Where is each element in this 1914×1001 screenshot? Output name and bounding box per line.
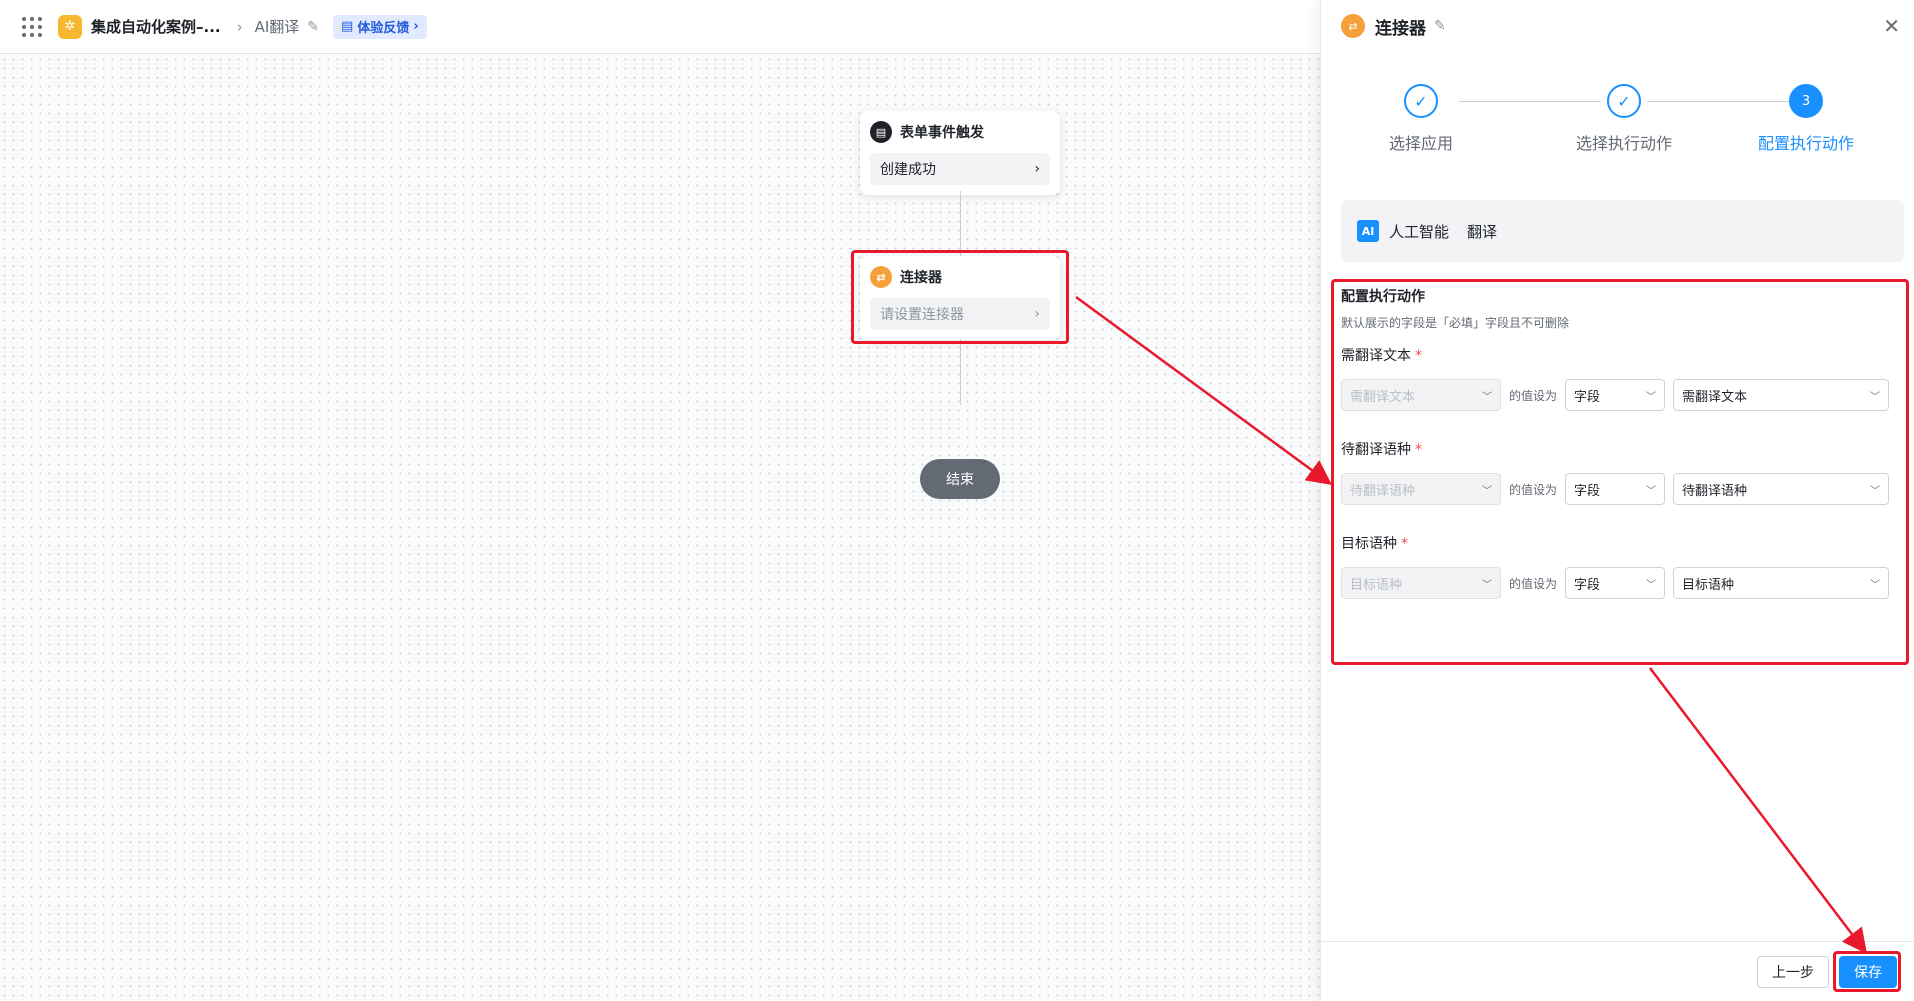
selected-app-card: AI 人工智能 翻译 [1341, 200, 1904, 262]
chevron-right-icon: › [413, 19, 419, 34]
type-select[interactable]: 字段 ﹀ [1565, 379, 1666, 411]
value-select-text: 需翻译文本 [1682, 389, 1748, 405]
ai-badge-icon: AI [1357, 220, 1379, 242]
field-block: 待翻译语种 * 待翻译语种 ﹀ 的值设为 字段 ﹀ 待翻译语种 ﹀ [1341, 439, 1901, 505]
chevron-down-icon: ﹀ [1646, 391, 1657, 403]
config-desc: 默认展示的字段是「必填」字段且不可删除 [1341, 316, 1570, 330]
edit-icon[interactable]: ✎ [1434, 18, 1446, 34]
chevron-down-icon: ﹀ [1482, 579, 1492, 591]
feedback-label: 体验反馈 [357, 21, 410, 36]
feedback-icon: ▤ [341, 19, 354, 34]
field-select-text: 待翻译语种 [1350, 483, 1416, 499]
panel-footer: 上一步 保存 [1321, 941, 1914, 1001]
flow-name: AI翻译 [254, 18, 300, 36]
check-icon: ✓ [1607, 84, 1641, 118]
check-icon: ✓ [1404, 84, 1438, 118]
step-config-action: 3 配置执行动作 [1726, 84, 1886, 154]
trigger-node[interactable]: ▤ 表单事件触发 创建成功 › [860, 111, 1060, 195]
value-label: 的值设为 [1509, 482, 1558, 497]
chevron-down-icon: ﹀ [1482, 485, 1492, 497]
field-select: 待翻译语种 ﹀ [1341, 473, 1501, 505]
chevron-down-icon: ﹀ [1870, 579, 1881, 591]
connector-node-title: 连接器 [900, 270, 942, 286]
connector-line [960, 191, 961, 261]
type-select[interactable]: 字段 ﹀ [1565, 567, 1666, 599]
flow-canvas[interactable]: ▤ 表单事件触发 创建成功 › ⇄ 连接器 请设置连接器 › 结束 [0, 55, 1320, 1001]
step-label: 配置执行动作 [1757, 134, 1854, 153]
chevron-down-icon: ﹀ [1870, 391, 1881, 403]
step-select-action: ✓ 选择执行动作 [1544, 84, 1704, 154]
panel-title: 连接器 [1375, 18, 1426, 39]
type-select[interactable]: 字段 ﹀ [1565, 473, 1666, 505]
value-select[interactable]: 待翻译语种 ﹀ [1673, 473, 1890, 505]
field-block: 目标语种 * 目标语种 ﹀ 的值设为 字段 ﹀ 目标语种 ﹀ [1341, 533, 1901, 599]
app-name: 人工智能 [1389, 222, 1450, 241]
trigger-node-title: 表单事件触发 [900, 125, 984, 141]
prev-step-button[interactable]: 上一步 [1757, 955, 1829, 988]
required-mark: * [1401, 536, 1408, 552]
field-block: 需翻译文本 * 需翻译文本 ﹀ 的值设为 字段 ﹀ 需翻译文本 ﹀ [1341, 345, 1901, 411]
config-section: 配置执行动作 默认展示的字段是「必填」字段且不可删除 需翻译文本 * 需翻译文本 ﹀… [1341, 286, 1901, 599]
value-select-text: 目标语种 [1682, 577, 1735, 593]
feedback-button[interactable]: ▤ 体验反馈 › [333, 14, 427, 39]
field-select-text: 目标语种 [1350, 577, 1403, 593]
end-node[interactable]: 结束 [920, 459, 1000, 499]
close-icon[interactable]: ✕ [1883, 14, 1900, 38]
field-select: 目标语种 ﹀ [1341, 567, 1501, 599]
type-select-text: 字段 [1574, 577, 1601, 593]
chevron-right-icon: › [236, 17, 243, 36]
required-mark: * [1415, 348, 1422, 364]
connector-line [960, 339, 961, 405]
chevron-down-icon: ﹀ [1870, 485, 1881, 497]
connector-node[interactable]: ⇄ 连接器 请设置连接器 › [860, 256, 1060, 340]
field-select-text: 需翻译文本 [1350, 389, 1416, 405]
app-grid-icon[interactable] [22, 16, 42, 37]
connector-node-setting[interactable]: 请设置连接器 › [870, 298, 1050, 330]
field-select: 需翻译文本 ﹀ [1341, 379, 1501, 411]
required-mark: * [1415, 442, 1422, 458]
app-action: 翻译 [1467, 222, 1498, 241]
connector-placeholder-text: 请设置连接器 [880, 307, 964, 323]
chevron-down-icon: ﹀ [1646, 579, 1657, 591]
step-indicator: ✓ 选择应用 ✓ 选择执行动作 3 配置执行动作 [1321, 84, 1914, 164]
connector-panel: ⇄ 连接器 ✎ ✕ ✓ 选择应用 ✓ 选择执行动作 3 配置执行动作 AI 人工… [1320, 0, 1914, 1001]
value-label: 的值设为 [1509, 576, 1558, 591]
step-select-app: ✓ 选择应用 [1341, 84, 1501, 154]
app-logo-icon: ✲ [58, 14, 82, 39]
connector-icon: ⇄ [1341, 14, 1365, 38]
trigger-node-value[interactable]: 创建成功 › [870, 153, 1050, 185]
chevron-right-icon: › [1034, 306, 1040, 322]
value-select[interactable]: 需翻译文本 ﹀ [1673, 379, 1890, 411]
field-label: 目标语种 [1341, 536, 1397, 552]
step-label: 选择执行动作 [1575, 134, 1672, 153]
value-label: 的值设为 [1509, 388, 1558, 403]
app-title[interactable]: 集成自动化案例–... [91, 16, 221, 37]
step-label: 选择应用 [1388, 134, 1453, 153]
chevron-down-icon: ﹀ [1646, 485, 1657, 497]
value-select[interactable]: 目标语种 ﹀ [1673, 567, 1890, 599]
edit-icon[interactable]: ✎ [307, 19, 319, 35]
top-bar: ✲ 集成自动化案例–... › AI翻译 ✎ ▤ 体验反馈 › [0, 0, 1320, 54]
type-select-text: 字段 [1574, 483, 1601, 499]
field-label: 待翻译语种 [1341, 442, 1411, 458]
trigger-value-text: 创建成功 [880, 162, 936, 178]
value-select-text: 待翻译语种 [1682, 483, 1748, 499]
save-button[interactable]: 保存 [1839, 955, 1897, 988]
config-title: 配置执行动作 [1341, 289, 1425, 305]
type-select-text: 字段 [1574, 389, 1601, 405]
connector-icon: ⇄ [870, 266, 892, 288]
field-label: 需翻译文本 [1341, 348, 1411, 364]
chevron-down-icon: ﹀ [1482, 391, 1492, 403]
form-icon: ▤ [870, 121, 892, 143]
chevron-right-icon: › [1034, 161, 1040, 177]
step-number: 3 [1789, 84, 1823, 118]
